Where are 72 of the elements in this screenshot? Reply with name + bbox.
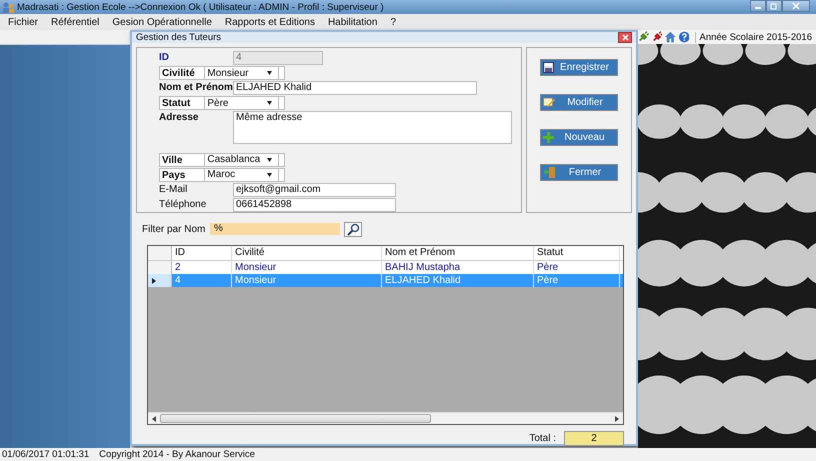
menu-item[interactable]: Rapports et Editions: [224, 16, 315, 28]
plug-icon[interactable]: [652, 31, 662, 43]
field-label: Adresse: [159, 111, 200, 124]
address-field[interactable]: Même adresse: [233, 111, 512, 144]
edit-button[interactable]: Modifier: [540, 94, 618, 111]
row-header[interactable]: [148, 274, 172, 287]
table-cell: ELJAHED Khalid: [382, 274, 534, 287]
plug-icon[interactable]: [638, 31, 649, 43]
dialog-title: Gestion des Tuteurs: [136, 32, 222, 43]
field-label: ID: [159, 51, 170, 63]
window-title: Madrasati : Gestion Ecole -->Connexion Ok ( Utilisateur : ADMIN - Profil : Superviseur ): [17, 2, 384, 12]
menu-item[interactable]: Fichier: [8, 16, 38, 28]
add-button[interactable]: Nouveau: [540, 129, 618, 146]
row-pointer-icon: [152, 278, 156, 284]
field-label: Nom et Prénom: [159, 81, 231, 94]
menu-item[interactable]: Habilitation: [328, 16, 378, 28]
caret-icon: [266, 158, 273, 162]
close-button[interactable]: [782, 0, 810, 12]
restore-button[interactable]: [766, 0, 782, 12]
status-text: 01/06/2017 01:01:31: [2, 449, 90, 460]
scroll-left-icon[interactable]: [152, 416, 156, 422]
caret-icon: [266, 71, 273, 76]
table-cell: 4: [172, 274, 232, 287]
status-text: Copyright 2014 - By Akanour Service: [99, 449, 255, 460]
search-icon: [346, 222, 360, 236]
dropdown[interactable]: Père: [204, 96, 279, 110]
dropdown[interactable]: Maroc: [204, 168, 279, 182]
field-label: E-Mail: [159, 182, 188, 195]
save-button[interactable]: Enregistrer: [540, 59, 618, 76]
close-button[interactable]: [618, 32, 632, 43]
plus-icon: [543, 132, 554, 143]
field-label: Civilité: [162, 67, 196, 80]
filter-label: Filter par Nom: [142, 224, 206, 234]
column-header[interactable]: Civilité: [232, 246, 382, 260]
scroll-thumb[interactable]: [160, 414, 431, 423]
close-button[interactable]: Fermer: [540, 164, 618, 181]
close-icon: [792, 2, 800, 10]
field-label: Pays: [162, 168, 186, 181]
floppy-icon: [543, 62, 554, 73]
total-value: 2: [564, 431, 624, 446]
menu-item[interactable]: ?: [390, 16, 396, 28]
caret-icon: [266, 172, 273, 177]
restore-icon: [770, 2, 778, 10]
input-field[interactable]: 0661452898: [233, 198, 396, 212]
scroll-right-icon[interactable]: [615, 416, 619, 422]
table-cell: Père: [534, 274, 620, 287]
help-icon[interactable]: [678, 31, 690, 43]
horizontal-scrollbar[interactable]: [148, 412, 623, 424]
input-field[interactable]: ELJAHED Khalid: [233, 81, 477, 96]
total-label: Total :: [529, 433, 556, 444]
column-header[interactable]: ID: [172, 246, 232, 260]
input-field[interactable]: ejksoft@gmail.com: [233, 182, 396, 197]
field-label: Ville: [162, 154, 184, 166]
search-button[interactable]: [344, 222, 362, 236]
school-year-label: Année Scolaire 2015-2016: [695, 32, 812, 42]
menu-item[interactable]: Gesion Opérationnelle: [112, 16, 212, 28]
filter-field[interactable]: %: [210, 223, 340, 235]
caret-icon: [266, 101, 273, 106]
menu-item[interactable]: Référentiel: [51, 16, 100, 28]
pencil-icon: [543, 97, 555, 108]
field-label: Statut: [162, 97, 192, 110]
minimize-button[interactable]: [750, 0, 766, 12]
home-icon[interactable]: [665, 31, 676, 43]
dropdown[interactable]: Casablanca: [204, 152, 279, 167]
door-icon: [543, 167, 555, 178]
field-label: Téléphone: [159, 198, 208, 210]
dropdown[interactable]: Monsieur: [204, 66, 279, 80]
close-icon: [622, 34, 628, 41]
column-header[interactable]: Statut: [534, 246, 620, 260]
table-cell: Monsieur: [232, 274, 382, 287]
column-header[interactable]: Nom et Prénom: [382, 246, 534, 260]
people-icon: [2, 2, 14, 12]
